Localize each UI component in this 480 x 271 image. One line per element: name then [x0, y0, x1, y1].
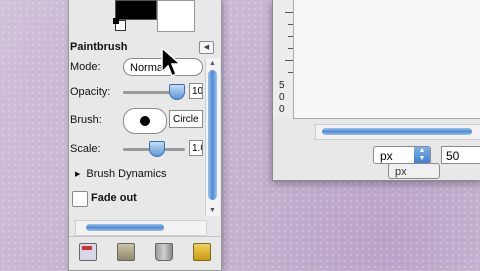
opacity-value-field[interactable]: 100.0: [189, 83, 203, 99]
scale-slider-thumb[interactable]: [149, 141, 165, 157]
restore-options-icon[interactable]: [117, 243, 135, 261]
foreground-color-swatch[interactable]: [115, 0, 157, 20]
ruler-number: 0: [279, 92, 285, 103]
options-vertical-scrollbar[interactable]: ▲ ▼: [205, 58, 220, 216]
opacity-label: Opacity:: [70, 86, 111, 98]
brush-name-field[interactable]: Circle: [169, 110, 203, 128]
image-horizontal-scrollbar[interactable]: [315, 124, 480, 140]
brush-dynamics-label: Brush Dynamics: [86, 168, 167, 180]
mouse-pointer-icon: [161, 46, 182, 78]
scale-label: Scale:: [70, 143, 101, 155]
image-window: 5 0 0 px ▲ ▼ 50: [272, 0, 480, 181]
ruler-number: 0: [279, 104, 285, 115]
scroll-down-icon[interactable]: ▼: [209, 207, 216, 214]
image-scroll-thumb[interactable]: [322, 128, 472, 135]
reset-options-icon[interactable]: [193, 243, 211, 261]
tool-title: Paintbrush: [70, 41, 128, 53]
scale-value-field[interactable]: 1.00: [189, 140, 203, 156]
up-down-arrows-icon: ▲ ▼: [414, 147, 430, 163]
brush-preview-icon: [140, 116, 150, 126]
scroll-up-icon[interactable]: ▲: [209, 60, 216, 67]
tool-options-panel: Paintbrush ◀ Mode: Normal Opacity: 100.0…: [68, 0, 222, 271]
unit-select[interactable]: px ▲ ▼: [373, 146, 431, 164]
background-window-unit-select[interactable]: px: [388, 163, 440, 179]
background-color-swatch[interactable]: [157, 0, 195, 32]
fade-out-label: Fade out: [91, 192, 137, 204]
options-button-bar: [69, 236, 221, 271]
unit-value: px: [380, 149, 393, 163]
mode-label: Mode:: [70, 61, 101, 73]
ruler-number: 5: [279, 80, 285, 91]
vertical-scroll-thumb[interactable]: [208, 70, 217, 200]
tab-menu-button[interactable]: ◀: [199, 41, 214, 54]
opacity-slider-thumb[interactable]: [168, 84, 185, 100]
image-canvas[interactable]: [293, 0, 480, 119]
fade-out-checkbox[interactable]: [72, 191, 88, 207]
options-horizontal-scrollbar[interactable]: [75, 220, 207, 236]
brush-label: Brush:: [70, 114, 102, 126]
zoom-field[interactable]: 50: [441, 146, 480, 164]
vertical-ruler: 5 0 0: [273, 0, 293, 118]
brush-selector-button[interactable]: [123, 108, 167, 134]
brush-dynamics-expander[interactable]: ▶ Brush Dynamics: [75, 168, 166, 180]
horizontal-scroll-thumb[interactable]: [86, 224, 164, 231]
save-options-icon[interactable]: [79, 243, 97, 261]
expander-arrow-icon: ▶: [75, 171, 81, 178]
delete-options-icon[interactable]: [155, 243, 173, 261]
color-area: [69, 0, 221, 36]
default-colors-icon[interactable]: [113, 18, 126, 31]
